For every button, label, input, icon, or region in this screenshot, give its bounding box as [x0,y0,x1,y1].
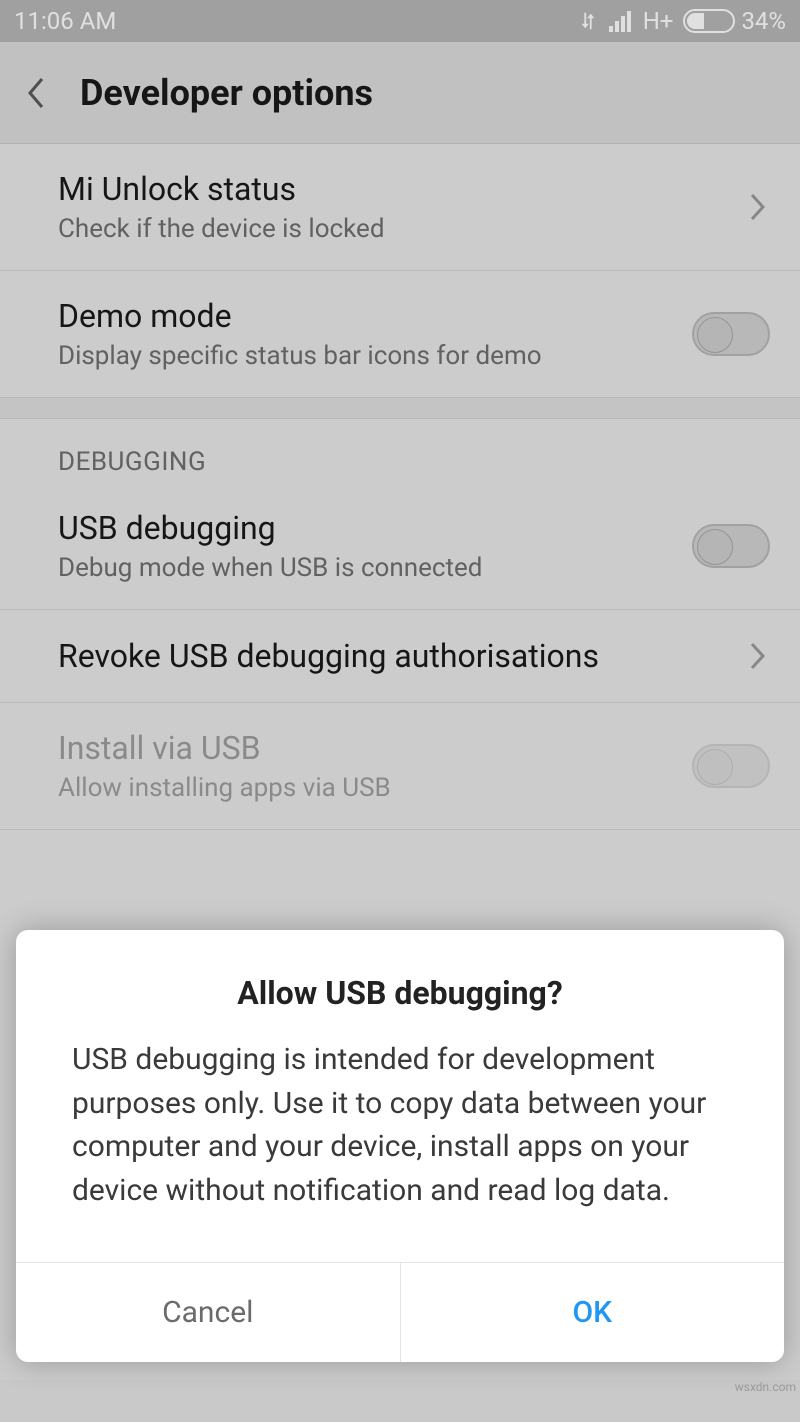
page-title: Developer options [80,72,373,114]
demo-mode-title: Demo mode [58,297,692,335]
row-demo-mode[interactable]: Demo mode Display specific status bar ic… [0,271,800,397]
network-type: H+ [643,7,674,35]
battery-icon [683,9,735,33]
cellular-signal-icon [609,10,633,32]
status-bar: 11:06 AM H+ 34% [0,0,800,42]
dialog-buttons: Cancel OK [16,1262,784,1362]
ok-button[interactable]: OK [401,1263,785,1362]
install-via-usb-toggle [692,744,770,788]
status-right: H+ 34% [577,7,786,35]
dialog-body: USB debugging is intended for developmen… [16,1038,784,1262]
back-button[interactable] [22,71,50,115]
demo-mode-toggle[interactable] [692,312,770,356]
data-transfer-icon [577,10,599,32]
usb-debugging-toggle[interactable] [692,524,770,568]
cancel-button[interactable]: Cancel [16,1263,401,1362]
app-header: Developer options [0,42,800,144]
demo-mode-sub: Display specific status bar icons for de… [58,341,692,371]
revoke-auth-title: Revoke USB debugging authorisations [58,637,746,675]
row-usb-debugging[interactable]: USB debugging Debug mode when USB is con… [0,483,800,610]
usb-debugging-title: USB debugging [58,509,692,547]
mi-unlock-title: Mi Unlock status [58,170,746,208]
battery-percent: 34% [741,7,786,35]
watermark: wsxdn.com [735,1380,796,1394]
chevron-right-icon [746,187,770,227]
dialog-title: Allow USB debugging? [16,930,784,1038]
row-mi-unlock[interactable]: Mi Unlock status Check if the device is … [0,144,800,271]
section-general: Mi Unlock status Check if the device is … [0,144,800,397]
row-install-via-usb: Install via USB Allow installing apps vi… [0,703,800,830]
row-revoke-auth[interactable]: Revoke USB debugging authorisations [0,610,800,703]
usb-debugging-dialog: Allow USB debugging? USB debugging is in… [16,930,784,1362]
battery-indicator: 34% [683,7,786,35]
chevron-right-icon [746,636,770,676]
mi-unlock-sub: Check if the device is locked [58,214,746,244]
section-header-debugging: DEBUGGING [0,419,800,483]
install-via-usb-sub: Allow installing apps via USB [58,773,692,803]
section-divider [0,397,800,419]
usb-debugging-sub: Debug mode when USB is connected [58,553,692,583]
install-via-usb-title: Install via USB [58,729,692,767]
status-time: 11:06 AM [14,7,116,35]
